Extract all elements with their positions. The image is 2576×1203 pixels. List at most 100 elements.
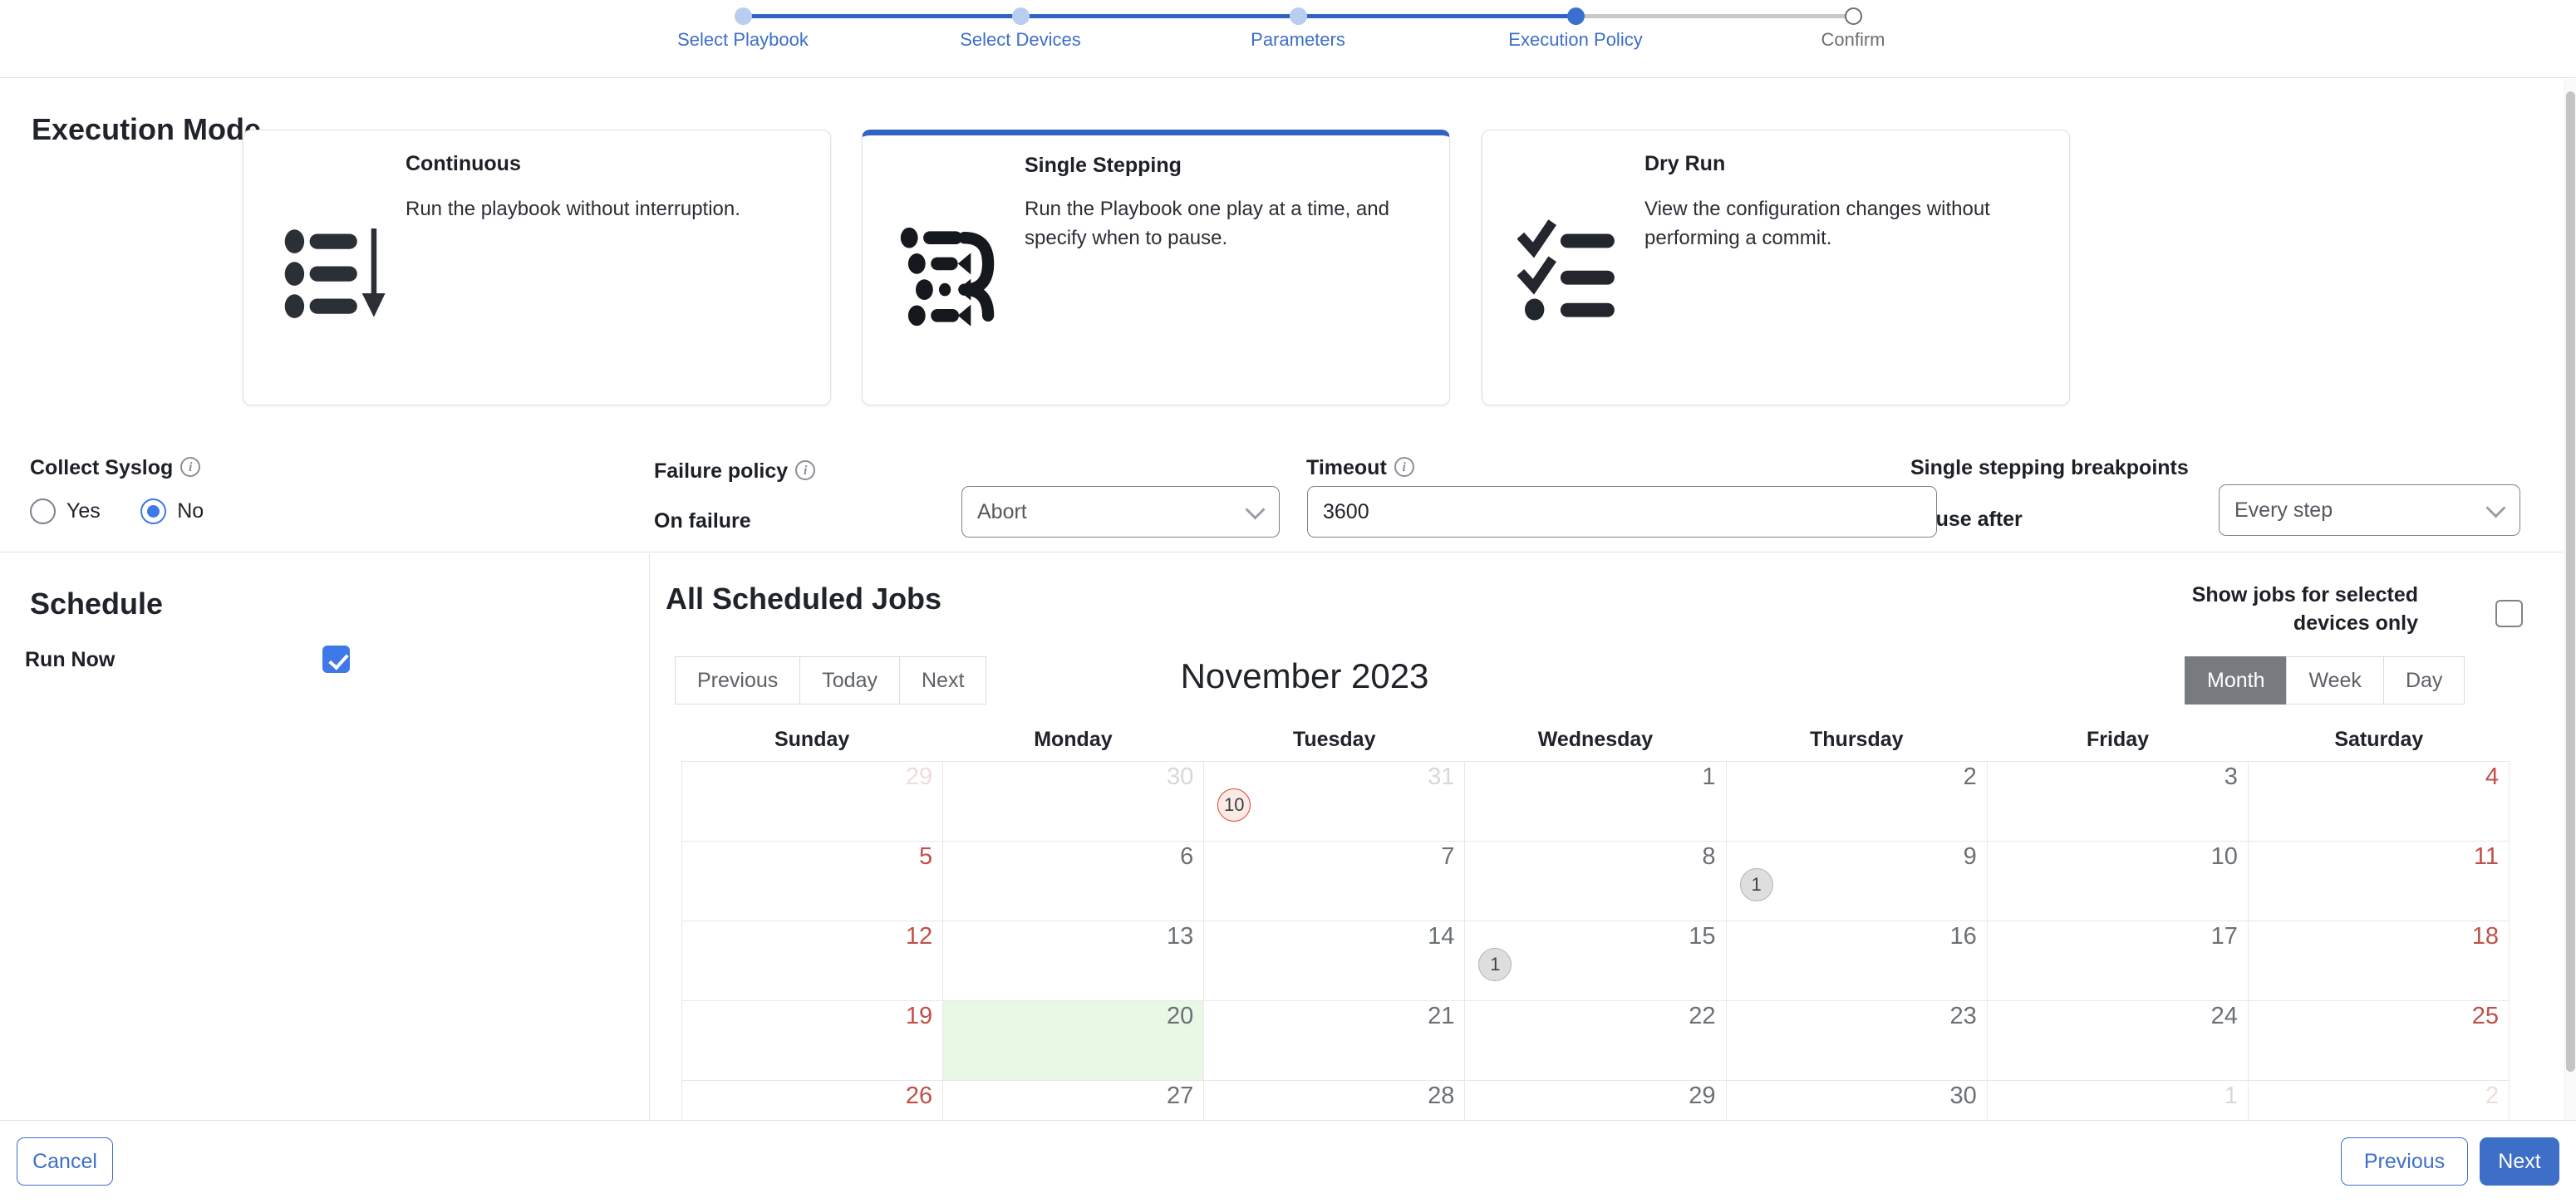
execution-mode-card-dry-run[interactable]: Dry Run View the configuration changes w… — [1482, 130, 2070, 405]
calendar-day-number: 8 — [1702, 843, 1716, 870]
calendar-day-cell[interactable]: 30 — [943, 762, 1205, 841]
calendar-day-cell[interactable]: 11 — [2249, 842, 2510, 921]
info-icon[interactable]: i — [795, 460, 816, 480]
calendar-job-count-badge[interactable]: 10 — [1217, 788, 1251, 822]
calendar-day-header: Monday — [1034, 728, 1113, 751]
calendar-day-cell[interactable]: 22 — [1465, 1001, 1727, 1080]
chevron-down-icon — [2485, 498, 2506, 518]
calendar-day-number: 9 — [1963, 843, 1977, 870]
calendar-day-number: 14 — [1428, 923, 1455, 950]
wizard-stepper: Select Playbook Select Devices Parameters E… — [0, 0, 2576, 78]
calendar-day-cell[interactable]: 23 — [1727, 1001, 1988, 1080]
schedule-heading: Schedule — [30, 587, 164, 621]
calendar-day-header: Sunday — [774, 728, 850, 751]
list-step-loop-icon — [897, 223, 1010, 331]
calendar-day-number: 4 — [2485, 764, 2499, 790]
calendar-day-cell[interactable]: 29 — [681, 762, 944, 841]
calendar-view-day-button[interactable]: Day — [2382, 656, 2465, 705]
calendar-day-cell[interactable]: 8 — [1465, 842, 1727, 921]
calendar-day-cell[interactable]: 2 — [1727, 762, 1988, 841]
collect-syslog-radio-group: Yes No — [30, 498, 240, 528]
failure-policy-select[interactable]: Abort — [961, 486, 1280, 538]
execution-mode-card-single-stepping[interactable]: Single Stepping Run the Playbook one pla… — [862, 130, 1450, 405]
calendar-day-number: 11 — [2473, 843, 2499, 870]
stepper-track-container: Select Playbook Select Devices Parameters E… — [677, 0, 1885, 78]
calendar-view-month-button[interactable]: Month — [2185, 656, 2288, 705]
calendar-week-row: 19 20 21 22 23 24 25 — [681, 1001, 2510, 1081]
calendar-day-cell[interactable]: 18 — [2249, 921, 2510, 1000]
cancel-button[interactable]: Cancel — [17, 1137, 113, 1186]
calendar-day-cell[interactable]: 13 — [943, 921, 1205, 1000]
calendar-day-number: 10 — [2210, 843, 2238, 870]
previous-button[interactable]: Previous — [2341, 1137, 2468, 1186]
radio-label: No — [177, 499, 204, 523]
calendar-day-number: 16 — [1949, 923, 1977, 950]
calendar-day-number: 29 — [1689, 1083, 1716, 1109]
execution-mode-heading: Execution Mode — [32, 112, 262, 146]
calendar-day-cell[interactable]: 16 — [1727, 921, 1988, 1000]
info-icon[interactable]: i — [1394, 457, 1414, 477]
run-now-label: Run Now — [25, 648, 116, 671]
calendar-nav-button-group: Previous Today Next — [675, 656, 987, 705]
calendar-job-count-badge[interactable]: 1 — [1478, 948, 1512, 981]
collect-syslog-radio-yes[interactable]: Yes — [30, 498, 101, 524]
calendar-day-cell[interactable]: 14 — [1204, 921, 1466, 1000]
calendar-day-cell[interactable]: 20 — [943, 1001, 1205, 1080]
calendar-day-cell[interactable]: 91 — [1727, 842, 1988, 921]
calendar-day-number: 30 — [1167, 764, 1194, 790]
calendar-day-number: 18 — [2471, 923, 2499, 950]
calendar-day-cell[interactable]: 24 — [1988, 1001, 2249, 1080]
calendar-day-number: 26 — [905, 1083, 933, 1109]
timeout-input[interactable]: 3600 — [1307, 486, 1937, 538]
timeout-label: Timeout i — [1306, 456, 1414, 480]
calendar-job-count-badge[interactable]: 1 — [1739, 868, 1773, 901]
stepper-step-label: Select Devices — [960, 29, 1081, 50]
next-button[interactable]: Next — [2480, 1137, 2559, 1186]
calendar-day-number: 6 — [1180, 843, 1194, 870]
calendar-next-button[interactable]: Next — [898, 656, 987, 705]
calendar-day-number: 3 — [2224, 764, 2238, 790]
vertical-scrollbar-thumb[interactable] — [2566, 91, 2575, 1072]
ordered-list-down-arrow-icon — [278, 218, 391, 326]
calendar-day-number: 5 — [919, 843, 933, 870]
wizard-footer: Cancel Previous Next — [0, 1120, 2576, 1203]
checklist-icon — [1517, 218, 1630, 326]
calendar-day-cell[interactable]: 6 — [943, 842, 1205, 921]
collect-syslog-radio-no[interactable]: No — [140, 498, 204, 524]
calendar-day-cell[interactable]: 25 — [2249, 1001, 2510, 1080]
execution-mode-card-title: Single Stepping — [1025, 154, 1182, 177]
on-failure-label: On failure — [654, 509, 751, 533]
calendar-previous-button[interactable]: Previous — [675, 656, 801, 705]
calendar-day-cell[interactable]: 15 1 — [1465, 921, 1727, 1000]
calendar-today-button[interactable]: Today — [799, 656, 900, 705]
calendar-view-week-button[interactable]: Week — [2286, 656, 2384, 705]
calendar-day-cell[interactable]: 19 — [681, 1001, 944, 1080]
calendar-day-cell[interactable]: 3 — [1988, 762, 2249, 841]
calendar-day-cell[interactable]: 5 — [681, 842, 944, 921]
calendar-day-cell[interactable]: 21 — [1204, 1001, 1466, 1080]
stepper-step-label: Confirm — [1821, 29, 1885, 50]
execution-mode-section: Execution Mode Continuous Run the playbo… — [0, 79, 2564, 432]
calendar-day-cell[interactable]: 12 — [681, 921, 944, 1000]
calendar-day-cell[interactable]: 1 — [1465, 762, 1727, 841]
calendar-day-cell[interactable]: 10 — [1988, 842, 2249, 921]
calendar-day-cell[interactable]: 4 — [2249, 762, 2510, 841]
calendar-day-number: 21 — [1428, 1003, 1455, 1029]
breakpoints-select[interactable]: Every step — [2219, 484, 2520, 536]
calendar-day-cell[interactable]: 17 — [1988, 921, 2249, 1000]
calendar-week-row: 29 30 31 10 1 2 3 4 — [681, 762, 2510, 842]
calendar-day-cell[interactable]: 31 10 — [1204, 762, 1466, 841]
calendar-day-header: Saturday — [2334, 728, 2424, 751]
run-now-checkbox[interactable] — [322, 646, 350, 673]
execution-policy-wizard-page: Select Playbook Select Devices Parameters E… — [0, 0, 2576, 1203]
calendar-day-number: 13 — [1167, 923, 1194, 950]
calendar-day-cell[interactable]: 7 — [1204, 842, 1466, 921]
stepper-track-progress — [743, 14, 1576, 18]
calendar-day-header: Tuesday — [1292, 728, 1376, 751]
show-jobs-selected-devices-label: Show jobs for selected devices only — [2191, 583, 2418, 635]
timeout-value: 3600 — [1323, 499, 1369, 523]
execution-mode-card-continuous[interactable]: Continuous Run the playbook without inte… — [243, 130, 831, 405]
info-icon[interactable]: i — [180, 457, 201, 477]
calendar-day-number: 1 — [1702, 764, 1716, 790]
show-jobs-selected-devices-checkbox[interactable] — [2495, 600, 2523, 627]
